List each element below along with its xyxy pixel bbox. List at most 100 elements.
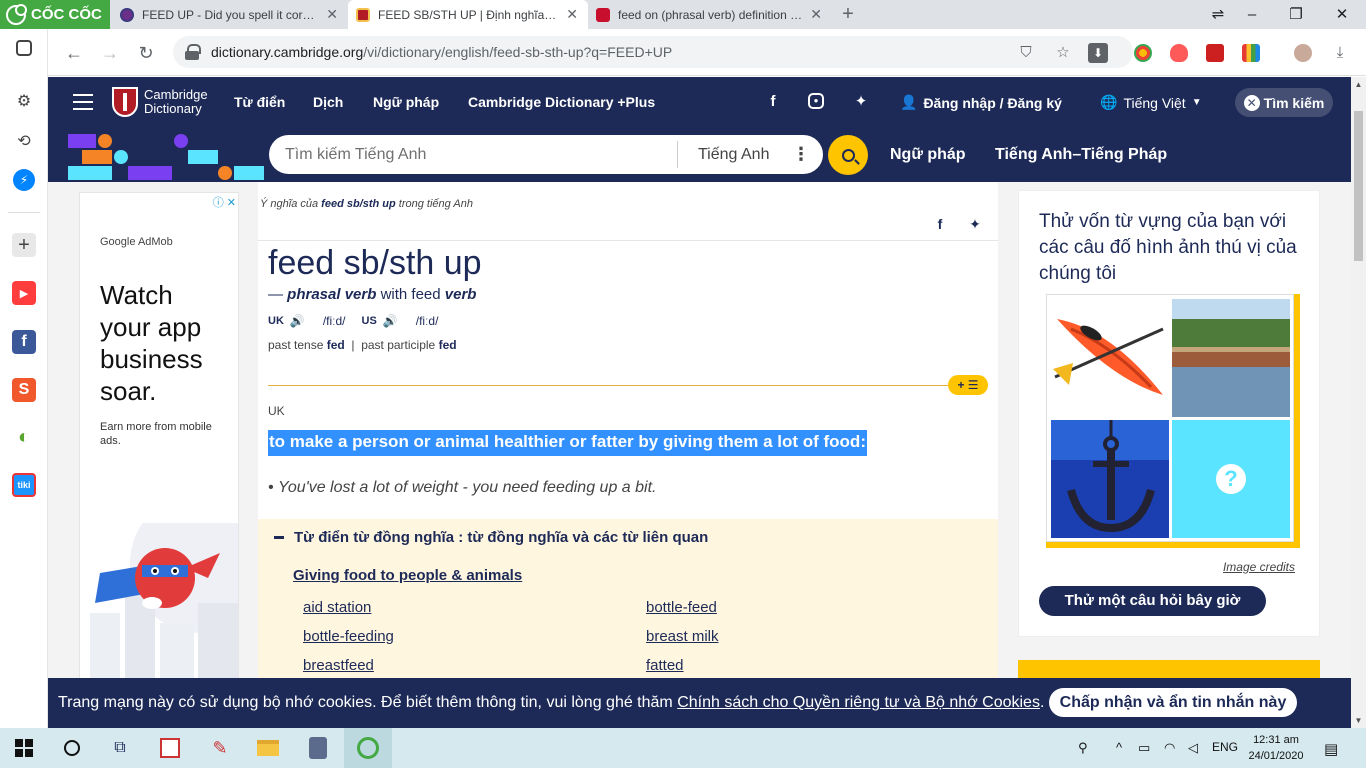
close-window-button[interactable]: ✕ <box>1322 0 1362 29</box>
scroll-up-icon[interactable]: ▲ <box>1351 77 1366 92</box>
cookie-policy-link[interactable]: Chính sách cho Quyền riêng tư và Bộ nhớ … <box>677 694 1040 712</box>
tray-chevron-up-icon[interactable]: ^ <box>1116 740 1122 755</box>
thesaurus-word-link[interactable]: aid station <box>303 599 371 616</box>
dictionary-select[interactable]: Tiếng Anh ⋮ <box>677 141 823 168</box>
sidebar-toggle-icon[interactable] <box>16 40 32 56</box>
scrollbar-thumb[interactable] <box>1354 111 1363 261</box>
reload-button[interactable]: ↻ <box>134 41 158 65</box>
inflection-separator: | <box>351 338 355 352</box>
instagram-icon[interactable]: ● <box>808 93 824 109</box>
windows-start-icon[interactable] <box>10 734 38 762</box>
forward-button[interactable]: → <box>98 41 122 65</box>
bookmark-star-icon[interactable]: ☆ <box>1053 43 1073 63</box>
thesaurus-word-link[interactable]: bottle-feeding <box>303 628 394 645</box>
volume-icon[interactable]: ◁ <box>1188 740 1198 756</box>
facebook-icon[interactable]: f <box>12 330 36 354</box>
ad-choices-icon[interactable]: ⓘ ✕ <box>213 194 236 210</box>
thesaurus-toggle[interactable]: Từ điển từ đồng nghĩa : từ đồng nghĩa và… <box>274 529 708 546</box>
new-tab-button[interactable]: + <box>838 4 858 24</box>
band-link-grammar[interactable]: Ngữ pháp <box>890 146 966 164</box>
extension-color-icon[interactable] <box>1242 44 1260 62</box>
language-selector[interactable]: 🌐 Tiếng Việt ▼ <box>1100 94 1202 111</box>
search-circle-icon[interactable] <box>58 734 86 762</box>
file-explorer-icon[interactable] <box>254 734 282 762</box>
accept-cookies-button[interactable]: Chấp nhận và ẩn tin nhắn này <box>1049 688 1297 717</box>
facebook-icon[interactable]: f <box>764 93 782 111</box>
try-quiz-button[interactable]: Thử một câu hỏi bây giờ <box>1039 586 1266 616</box>
back-button[interactable]: ← <box>62 41 86 65</box>
logo-line-1: Cambridge <box>144 87 208 102</box>
search-input[interactable] <box>269 135 677 174</box>
band-link-english-french[interactable]: Tiếng Anh–Tiếng Pháp <box>995 146 1167 164</box>
minimize-button[interactable]: – <box>1232 0 1272 29</box>
tab-feed-up-spell[interactable]: FEED UP - Did you spell it correctly ✕ <box>112 0 348 29</box>
downloads-icon[interactable]: ⤓ <box>1330 43 1350 63</box>
share-twitter-icon[interactable]: ✦ <box>967 216 983 232</box>
nav-dictionary[interactable]: Từ điển <box>234 94 285 110</box>
us-audio-speaker-icon[interactable]: 🔊 <box>383 314 398 328</box>
scroll-down-icon[interactable]: ▼ <box>1351 713 1366 728</box>
login-link[interactable]: 👤 Đăng nhập / Đăng ký <box>900 94 1062 111</box>
search-toggle-button[interactable]: ✕ Tìm kiếm <box>1235 88 1333 117</box>
extension-red-icon[interactable] <box>1206 44 1224 62</box>
search-submit-button[interactable] <box>828 135 868 175</box>
notification-center-icon[interactable]: ▤ <box>1324 740 1338 758</box>
thesaurus-word-link[interactable]: bottle-feed <box>646 599 717 616</box>
tab-title: feed on (phrasal verb) definition an <box>618 7 803 22</box>
tab-close-icon[interactable]: ✕ <box>326 6 338 23</box>
download-page-icon[interactable]: ⬇ <box>1088 43 1108 63</box>
extension-chrome-icon[interactable] <box>1134 44 1152 62</box>
taskbar-clock[interactable]: 12:31 am 24/01/2020 <box>1248 732 1304 764</box>
shopee-icon[interactable]: S <box>12 378 36 402</box>
messenger-icon[interactable]: ⚡ <box>13 169 35 191</box>
page-scrollbar[interactable]: ▲ ▼ <box>1351 77 1366 728</box>
coccoc-game-icon[interactable]: ◐ <box>12 425 36 449</box>
definition-text: to make a person or animal healthier or … <box>268 430 867 456</box>
people-icon[interactable]: ⚲ <box>1078 740 1088 756</box>
related-pos[interactable]: verb <box>445 286 477 303</box>
nav-grammar[interactable]: Ngữ pháp <box>373 94 439 110</box>
history-icon[interactable]: ⟲ <box>12 129 36 153</box>
thesaurus-word-link[interactable]: fatted <box>646 657 684 674</box>
add-to-wordlist-button[interactable]: + ☰ <box>948 375 988 395</box>
cambridge-logo[interactable]: Cambridge Dictionary <box>112 87 208 117</box>
left-advertisement[interactable]: ⓘ ✕ Google AdMob Watch your app business… <box>79 192 239 728</box>
thesaurus-word-link[interactable]: breastfeed <box>303 657 374 674</box>
task-view-icon[interactable]: ⧉ <box>106 734 134 762</box>
tiki-icon[interactable]: tiki <box>12 473 36 497</box>
thesaurus-word-link[interactable]: breast milk <box>646 628 719 645</box>
nav-translate[interactable]: Dịch <box>313 94 343 110</box>
taskbar-app-icon[interactable] <box>156 734 184 762</box>
settings-gear-icon[interactable]: ⚙ <box>12 89 36 113</box>
uk-audio-speaker-icon[interactable]: 🔊 <box>290 314 305 328</box>
taskbar-tool-icon[interactable] <box>304 734 332 762</box>
tab-feed-sb-sth-up[interactable]: FEED SB/STH UP | Định nghĩa trong ✕ <box>348 0 588 29</box>
part-of-speech-line: — phrasal verb with feed verb <box>268 286 476 303</box>
taskbar-paint-icon[interactable]: ✎ <box>206 734 234 762</box>
twitter-icon[interactable]: ✦ <box>852 93 870 111</box>
battery-icon[interactable]: ▭ <box>1138 740 1150 756</box>
add-app-icon[interactable]: + <box>12 233 36 257</box>
shield-icon[interactable]: ⛉ <box>1016 43 1036 63</box>
wifi-icon[interactable]: ◠ <box>1164 740 1175 756</box>
coccoc-taskbar-icon[interactable] <box>354 734 382 762</box>
extension-shield-icon[interactable] <box>1170 44 1188 62</box>
browser-tab-strip: CỐC CỐC FEED UP - Did you spell it corre… <box>0 0 1366 29</box>
menu-hamburger-icon[interactable] <box>73 94 93 110</box>
tab-title: FEED SB/STH UP | Định nghĩa trong <box>378 7 559 22</box>
maximize-button[interactable]: ❐ <box>1276 0 1316 29</box>
share-facebook-icon[interactable]: f <box>932 216 948 232</box>
coccoc-menu-button[interactable]: CỐC CỐC <box>0 0 110 29</box>
image-credits-link[interactable]: Image credits <box>1223 560 1295 574</box>
tab-close-icon[interactable]: ✕ <box>810 6 822 23</box>
address-bar[interactable]: dictionary.cambridge.org/vi/dictionary/e… <box>173 36 1133 68</box>
nav-dictionary-plus[interactable]: Cambridge Dictionary +Plus <box>468 94 655 110</box>
input-language[interactable]: ENG <box>1212 740 1238 754</box>
part-of-speech[interactable]: phrasal verb <box>287 286 376 303</box>
thesaurus-category-link[interactable]: Giving food to people & animals <box>293 567 522 584</box>
youtube-icon[interactable]: ▶ <box>12 281 36 305</box>
quiz-image-grid[interactable]: ? <box>1046 294 1300 548</box>
tab-feed-on-definition[interactable]: feed on (phrasal verb) definition an ✕ <box>588 0 832 29</box>
tab-close-icon[interactable]: ✕ <box>566 6 578 23</box>
profile-avatar[interactable] <box>1294 44 1312 62</box>
